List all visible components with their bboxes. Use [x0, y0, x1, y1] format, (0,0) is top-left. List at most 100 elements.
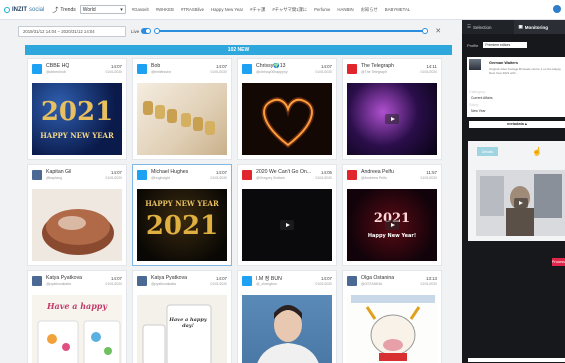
chevron-down-icon: ▾	[120, 6, 123, 13]
post-time: 14:07	[111, 170, 122, 175]
region-select[interactable]: World ▾	[79, 5, 126, 14]
trend-tag[interactable]: BABYMETAL	[385, 7, 410, 12]
person-photo	[257, 305, 319, 363]
post-card[interactable]: I.M 정 BUN @_zhangbun 14:07 01/01/2020	[237, 270, 337, 363]
post-card[interactable]: Olga Ostanina @OSTANINA 13:13 01/01/2020	[342, 270, 442, 363]
play-icon[interactable]	[280, 220, 294, 230]
author-name[interactable]: Andreea Pelfu	[361, 169, 394, 175]
metadata-toggle[interactable]: metadata ▴	[469, 121, 565, 128]
author-name[interactable]: CBBE HQ	[46, 63, 69, 69]
author-name[interactable]: Olga Ostanina	[361, 275, 394, 281]
author-name[interactable]: Michael Hughes	[151, 169, 188, 175]
tab-selection[interactable]: ☰ Selection	[462, 20, 514, 34]
card-header: 2020 We Can't Go On... @Gregory Smitain …	[242, 169, 332, 183]
author-name[interactable]: Chrissy🌍13	[256, 63, 286, 69]
logo-text: INZIT	[12, 6, 27, 13]
author-name[interactable]: Katya Pyatkova	[46, 275, 82, 281]
author-handle: @cbbeohiob	[46, 70, 66, 74]
post-card[interactable]: Kapitan Gil @kaptang 14:07 01/01/2020	[27, 164, 127, 266]
post-date: 01/01/2020	[420, 70, 437, 74]
media-title: HAPPY NEW YEAR	[145, 199, 219, 208]
close-icon[interactable]: ✕	[435, 27, 441, 35]
author-name[interactable]: Katya Pyatkova	[151, 275, 187, 281]
trend-tag[interactable]: #チャ課	[250, 7, 265, 13]
trends-label: Trends	[60, 6, 76, 13]
media-subtitle: HAPPY NEW YEAR	[40, 131, 114, 140]
post-card[interactable]: Bob @limitlesstxx 14:07 01/01/2020	[132, 58, 232, 160]
trend-tag[interactable]: Happy New Year	[211, 7, 243, 12]
post-image[interactable]	[137, 83, 227, 155]
post-image[interactable]: Have a happy	[32, 295, 122, 363]
post-date: 01/01/2020	[315, 70, 332, 74]
post-card[interactable]: Chrissy🌍13 @chrissy00happyny 14:07 01/01…	[237, 58, 337, 160]
author-name[interactable]: The Telegraph	[361, 63, 394, 69]
post-image[interactable]	[32, 189, 122, 261]
post-card[interactable]: CBBE HQ @cbbeohiob 14:07 01/01/2020 2021…	[27, 58, 127, 160]
app-window: INZIT social ⤴ Trends World ▾ #Gasselt #…	[0, 0, 565, 363]
detail-video[interactable]	[476, 170, 565, 236]
post-card[interactable]: The Telegraph @The Telegraph 14:11 01/01…	[342, 58, 442, 160]
youtube-icon	[347, 170, 357, 180]
author-handle: @pyatkovakatia	[46, 282, 71, 286]
trend-tag[interactable]: #チャサマ間1課に	[272, 7, 307, 13]
trend-tag[interactable]: HANBIN	[337, 7, 353, 12]
play-icon[interactable]	[385, 220, 399, 230]
preview-thumbnail	[469, 59, 481, 70]
logo[interactable]: INZIT social	[4, 6, 44, 13]
post-video[interactable]	[242, 189, 332, 261]
post-image[interactable]	[242, 295, 332, 363]
post-time: 14:07	[216, 170, 227, 175]
story-select[interactable]: New Year	[469, 108, 565, 114]
post-video[interactable]	[347, 83, 437, 155]
post-date: 01/01/2020	[105, 282, 122, 286]
tab-monitoring[interactable]: ▣ Monitoring	[513, 20, 565, 34]
trend-tag[interactable]: #WHKEB	[156, 7, 174, 12]
post-card[interactable]: Katya Pyatkova @pyatkovakatia 14:07 01/0…	[132, 270, 232, 363]
mug-text: Have a happy day!	[169, 317, 207, 329]
post-date: 01/01/2020	[210, 282, 227, 286]
process-button[interactable]: Process	[552, 258, 565, 266]
trend-tag[interactable]: #TRASBlive	[181, 7, 204, 12]
category-select[interactable]: Current Affairs	[469, 95, 565, 101]
play-icon[interactable]	[513, 198, 528, 208]
card-header: Andreea Pelfu @Andreea Pelfu 11:57 01/01…	[347, 169, 437, 183]
post-date: 01/01/2020	[315, 176, 332, 180]
author-name[interactable]: 2020 We Can't Go On...	[256, 169, 311, 175]
post-date: 01/01/2020	[105, 176, 122, 180]
post-image[interactable]: HAPPY NEW YEAR 2021	[137, 189, 227, 261]
play-icon[interactable]	[385, 114, 399, 124]
new-posts-banner[interactable]: 102 NEW	[25, 45, 452, 55]
details-button[interactable]: Details	[477, 147, 498, 156]
detail-box: Details ☝	[468, 141, 565, 241]
post-date: 01/01/2020	[105, 70, 122, 74]
post-image[interactable]: Have a happy day!	[137, 295, 227, 363]
post-card[interactable]: Katya Pyatkova @pyatkovakatia 14:07 01/0…	[27, 270, 127, 363]
post-card[interactable]: Andreea Pelfu @Andreea Pelfu 11:57 01/01…	[342, 164, 442, 266]
story-label: Story	[469, 102, 479, 107]
author-handle: @The Telegraph	[361, 70, 387, 74]
author-name[interactable]: I.M 정 BUN	[256, 275, 282, 282]
time-slider[interactable]	[154, 27, 429, 34]
date-range-input[interactable]: 2019/31/12 14:04 – 2020/31/12 14:04	[18, 25, 126, 37]
trend-tag[interactable]: お知らせ	[361, 7, 378, 13]
post-video[interactable]: 2021 Happy New Year!	[347, 189, 437, 261]
post-card[interactable]: 2020 We Can't Go On... @Gregory Smitain …	[237, 164, 337, 266]
horizontal-scrollbar[interactable]	[468, 358, 565, 362]
live-toggle[interactable]	[141, 28, 152, 34]
trend-tag[interactable]: #Gasselt	[132, 7, 149, 12]
trends-link[interactable]: ⤴ Trends	[52, 5, 76, 15]
post-card-selected[interactable]: Michael Hughes @hughsight 14:07 01/01/20…	[132, 164, 232, 266]
profile-select[interactable]: Premiere editors	[483, 42, 528, 48]
author-name[interactable]: Bob	[151, 63, 160, 69]
post-image[interactable]: 2021 HAPPY NEW YEAR	[32, 83, 122, 155]
preview-text: Original video footage Brussels centre 1…	[489, 67, 561, 75]
author-name[interactable]: Kapitan Gil	[46, 169, 71, 175]
vk-icon	[137, 276, 147, 286]
slider-start-handle[interactable]	[154, 27, 161, 34]
user-avatar[interactable]	[553, 5, 561, 13]
post-image[interactable]	[347, 295, 437, 363]
trend-tag[interactable]: Perfume	[314, 7, 330, 12]
slider-end-handle[interactable]	[422, 27, 429, 34]
post-image[interactable]	[242, 83, 332, 155]
post-time: 14:07	[111, 276, 122, 281]
